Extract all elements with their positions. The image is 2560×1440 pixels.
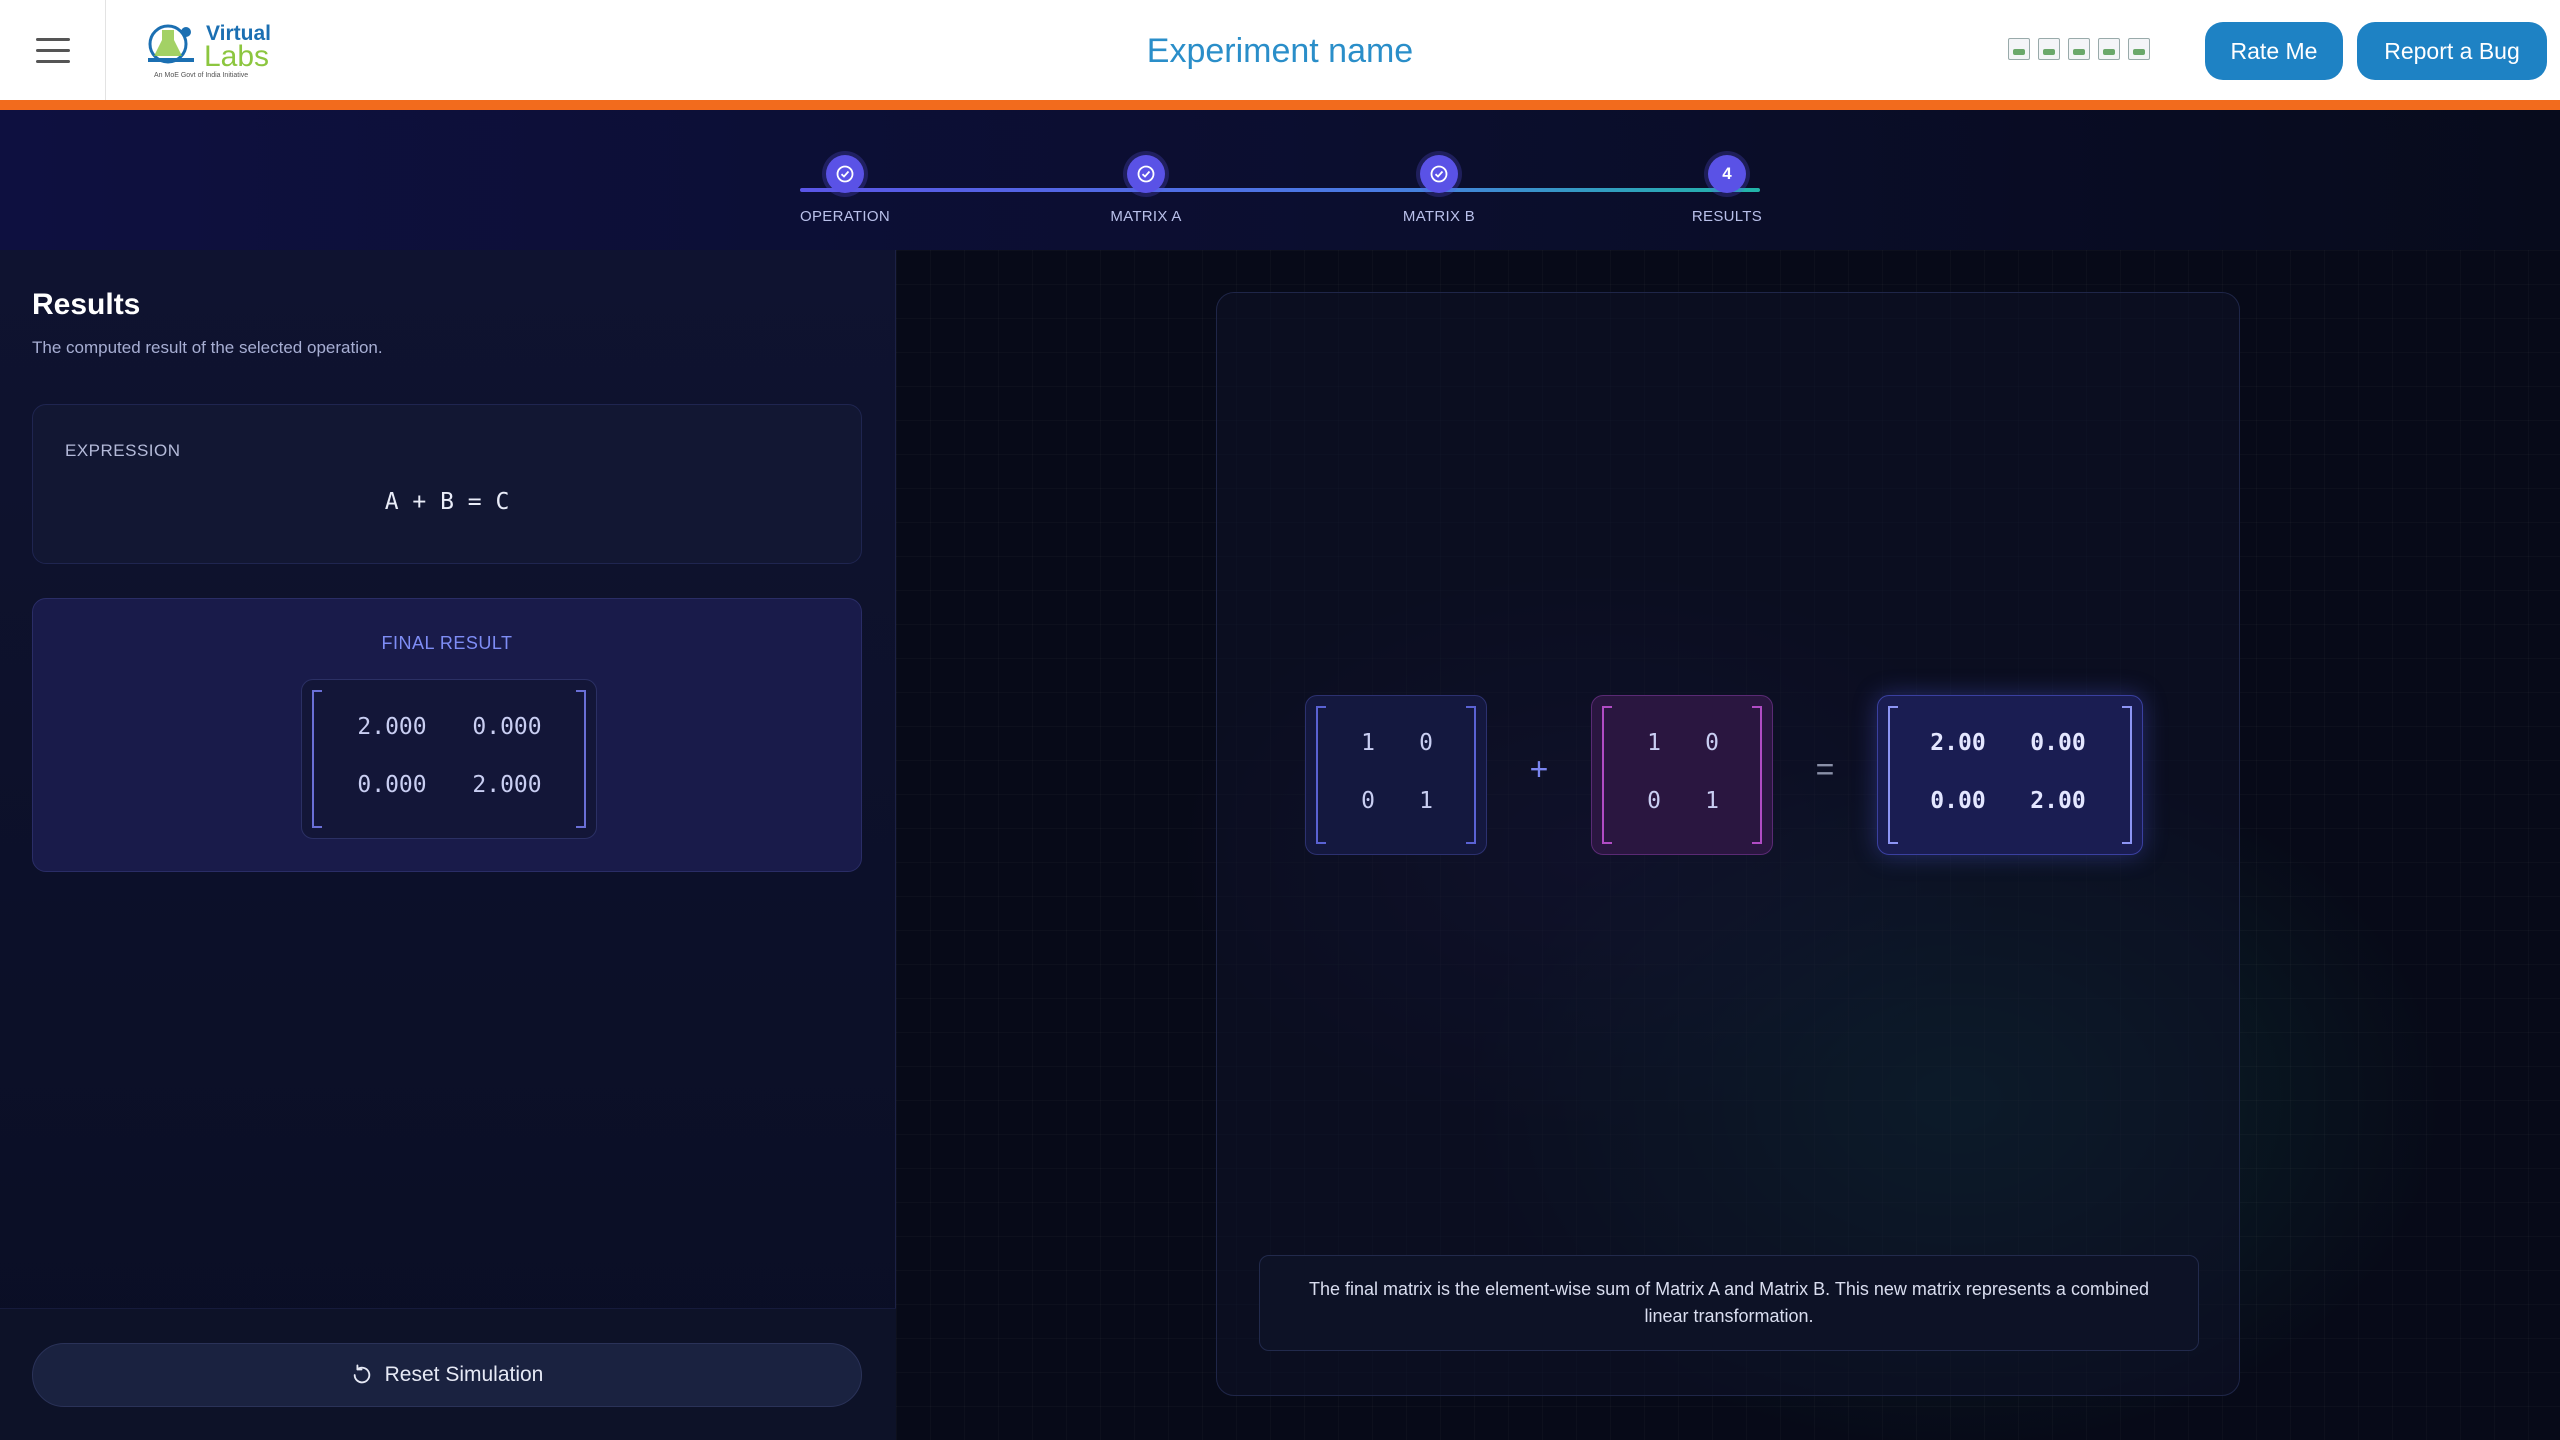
header-accent-bar xyxy=(0,100,2560,110)
hamburger-icon xyxy=(35,37,70,41)
matrix-bracket-right xyxy=(1752,706,1762,844)
logo-text-labs: Labs xyxy=(204,40,270,73)
broken-image-icon[interactable] xyxy=(2098,38,2120,60)
step-matrix-b-dot[interactable] xyxy=(1420,155,1458,193)
expression-label: EXPRESSION xyxy=(65,441,181,460)
top-header: Virtual Labs An MoE Govt of India Initia… xyxy=(0,0,2560,100)
matrix-cell: 0.00 xyxy=(1930,788,1986,814)
page-title: Experiment name xyxy=(1146,32,1414,70)
matrix-bracket-left xyxy=(312,690,322,828)
broken-image-icon[interactable] xyxy=(2038,38,2060,60)
matrix-cell: 0 xyxy=(1705,730,1719,756)
matrix-bracket-right xyxy=(1466,706,1476,844)
final-result-label: FINAL RESULT xyxy=(381,633,513,653)
visualization-card: 1 0 0 1 + 1 0 0 1 = 2.00 0.00 0.00 2.00 … xyxy=(1216,292,2240,1396)
matrix-cell: 0.000 xyxy=(357,772,427,798)
final-result-card: FINAL RESULT 2.000 0.000 0.000 2.000 xyxy=(32,598,862,872)
stepper xyxy=(0,110,2560,250)
step-matrix-a-dot[interactable] xyxy=(1127,155,1165,193)
results-panel: Results The computed result of the selec… xyxy=(0,250,896,1440)
reset-icon xyxy=(353,1364,370,1384)
matrix-cell: 0 xyxy=(1361,788,1375,814)
matrix-a-display: 1 0 0 1 xyxy=(1305,695,1487,855)
matrix-cell: 1 xyxy=(1647,730,1661,756)
matrix-bracket-left xyxy=(1888,706,1898,844)
visualization-area: 1 0 0 1 + 1 0 0 1 = 2.00 0.00 0.00 2.00 … xyxy=(896,250,2560,1440)
matrix-cell: 0 xyxy=(1419,730,1433,756)
equals-operator: = xyxy=(1815,751,1835,787)
rate-me-button[interactable]: Rate Me xyxy=(2205,22,2343,80)
report-bug-button[interactable]: Report a Bug xyxy=(2357,22,2547,80)
matrix-bracket-right xyxy=(2122,706,2132,844)
results-subtitle: The computed result of the selected oper… xyxy=(32,338,383,357)
matrix-cell: 1 xyxy=(1705,788,1719,814)
hamburger-menu-button[interactable] xyxy=(0,0,106,100)
matrix-cell: 2.00 xyxy=(2030,788,2086,814)
result-description: The final matrix is the element-wise sum… xyxy=(1259,1255,2199,1351)
check-circle-icon xyxy=(1430,165,1448,183)
expression-card: EXPRESSION A + B = C xyxy=(32,404,862,564)
flask-logo-icon xyxy=(148,24,194,64)
broken-image-icon[interactable] xyxy=(2068,38,2090,60)
matrix-bracket-left xyxy=(1602,706,1612,844)
matrix-cell: 0.000 xyxy=(472,714,542,740)
step-label-operation: OPERATION xyxy=(800,208,890,225)
matrix-bracket-right xyxy=(576,690,586,828)
step-label-results: RESULTS xyxy=(1691,208,1763,225)
matrix-bracket-left xyxy=(1316,706,1326,844)
matrix-cell: 2.000 xyxy=(357,714,427,740)
check-circle-icon xyxy=(836,165,854,183)
matrix-b-display: 1 0 0 1 xyxy=(1591,695,1773,855)
matrix-cell: 1 xyxy=(1361,730,1375,756)
matrix-c-display: 2.00 0.00 0.00 2.00 xyxy=(1877,695,2143,855)
plus-operator: + xyxy=(1529,751,1549,787)
matrix-cell: 0 xyxy=(1647,788,1661,814)
reset-simulation-button[interactable]: Reset Simulation xyxy=(32,1343,862,1407)
results-title: Results xyxy=(32,288,141,321)
matrix-cell: 1 xyxy=(1419,788,1433,814)
matrix-cell: 0.00 xyxy=(2030,730,2086,756)
broken-image-icon[interactable] xyxy=(2008,38,2030,60)
virtual-labs-logo[interactable]: Virtual Labs An MoE Govt of India Initia… xyxy=(146,16,271,84)
stepper-track xyxy=(800,188,1760,192)
matrix-cell: 2.00 xyxy=(1930,730,1986,756)
matrix-cell: 2.000 xyxy=(472,772,542,798)
step-label-matrix-a: MATRIX A xyxy=(1110,208,1182,225)
step-results-dot[interactable]: 4 xyxy=(1708,155,1746,193)
logo-tagline: An MoE Govt of India Initiative xyxy=(154,72,249,79)
panel-footer: Reset Simulation xyxy=(0,1308,896,1440)
reset-simulation-label: Reset Simulation xyxy=(384,1363,544,1386)
expression-value: A + B = C xyxy=(384,489,510,515)
step-label-matrix-b: MATRIX B xyxy=(1402,208,1476,225)
broken-image-icon[interactable] xyxy=(2128,38,2150,60)
language-icons xyxy=(2008,38,2150,60)
step-operation-dot[interactable] xyxy=(826,155,864,193)
check-circle-icon xyxy=(1137,165,1155,183)
final-result-matrix: 2.000 0.000 0.000 2.000 xyxy=(301,679,597,839)
